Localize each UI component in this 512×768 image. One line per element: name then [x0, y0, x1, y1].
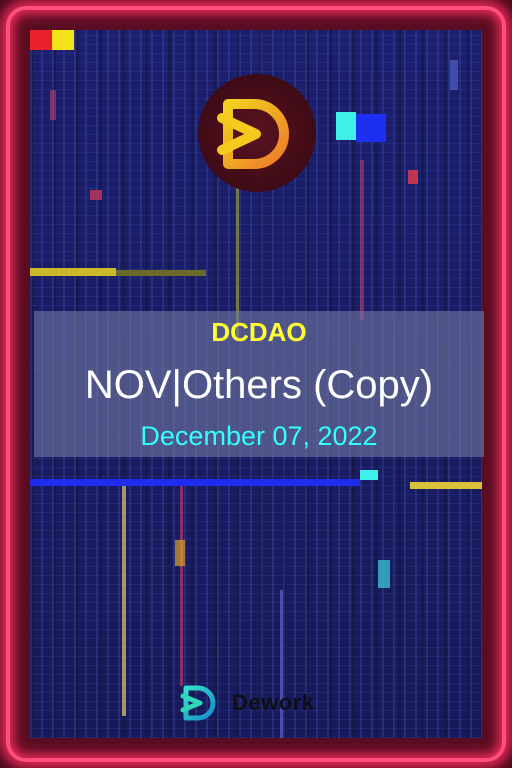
dework-logo-icon — [180, 685, 216, 721]
credential-card: DCDAO NOV|Others (Copy) December 07, 202… — [0, 0, 512, 768]
dcdao-logo — [198, 74, 316, 192]
task-date: December 07, 2022 — [140, 421, 378, 451]
dcdao-logo-icon — [217, 99, 289, 169]
footer-brand: Dework — [180, 683, 314, 723]
brand-name: Dework — [232, 690, 315, 715]
task-title: NOV|Others (Copy) — [84, 363, 434, 407]
organization-name: DCDAO — [211, 317, 307, 347]
title-banner: DCDAO NOV|Others (Copy) December 07, 202… — [34, 311, 484, 457]
